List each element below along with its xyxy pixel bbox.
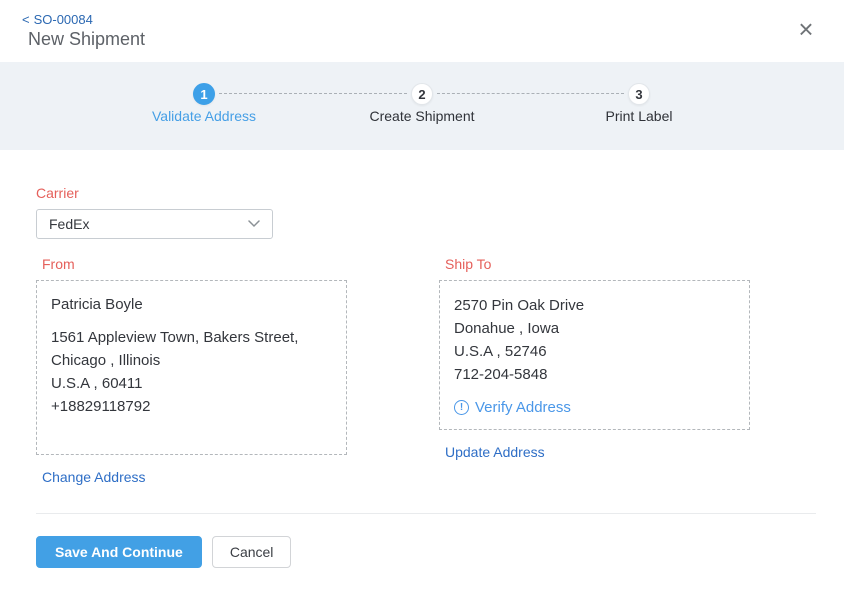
- verify-address-label: Verify Address: [475, 399, 571, 416]
- from-address-line: Chicago , Illinois: [51, 349, 332, 372]
- step-connector: [437, 93, 624, 94]
- back-link-label: SO-00084: [34, 12, 93, 27]
- shipment-stepper: 1 2 3 Validate Address Create Shipment P…: [0, 62, 844, 150]
- address-columns: From Patricia Boyle 1561 Appleview Town,…: [36, 256, 816, 487]
- ship-to-address-line: Donahue , Iowa: [454, 317, 735, 340]
- ship-to-section: Ship To 2570 Pin Oak Drive Donahue , Iow…: [439, 256, 750, 487]
- from-name: Patricia Boyle: [51, 294, 332, 316]
- step-2-circle: 2: [411, 83, 433, 105]
- back-link-so-00084[interactable]: < SO-00084: [22, 12, 93, 27]
- from-address-box: Patricia Boyle 1561 Appleview Town, Bake…: [36, 280, 347, 455]
- verify-address-link[interactable]: ! Verify Address: [454, 399, 571, 416]
- page-title: New Shipment: [28, 29, 145, 50]
- from-address-line: 1561 Appleview Town, Bakers Street,: [51, 326, 332, 349]
- step-2-label-create-shipment: Create Shipment: [342, 108, 502, 124]
- close-icon[interactable]: ×: [792, 16, 820, 44]
- step-3-label-print-label: Print Label: [559, 108, 719, 124]
- from-section: From Patricia Boyle 1561 Appleview Town,…: [36, 256, 347, 487]
- ship-to-address-line: U.S.A , 52746: [454, 340, 735, 363]
- step-connector: [219, 93, 407, 94]
- ship-to-label: Ship To: [439, 256, 750, 272]
- dialog-body: Carrier FedEx From Patricia Boyle 1561 A…: [0, 185, 844, 514]
- change-address-link[interactable]: Change Address: [36, 469, 146, 485]
- carrier-select[interactable]: FedEx: [36, 209, 273, 239]
- from-label: From: [36, 256, 347, 272]
- ship-to-address-box: 2570 Pin Oak Drive Donahue , Iowa U.S.A …: [439, 280, 750, 430]
- carrier-label: Carrier: [36, 185, 816, 201]
- step-1-circle: 1: [193, 83, 215, 105]
- cancel-button[interactable]: Cancel: [212, 536, 292, 568]
- update-address-link[interactable]: Update Address: [439, 444, 545, 460]
- step-1-label-validate-address: Validate Address: [124, 108, 284, 124]
- ship-to-address-line: 2570 Pin Oak Drive: [454, 294, 735, 317]
- dialog-footer: Save And Continue Cancel: [0, 514, 844, 568]
- carrier-selected-value: FedEx: [49, 216, 89, 232]
- chevron-down-icon: [248, 220, 260, 228]
- dialog-header: < SO-00084 New Shipment ×: [0, 0, 844, 62]
- back-chevron-icon: <: [22, 12, 30, 27]
- step-3-circle: 3: [628, 83, 650, 105]
- ship-to-phone: 712-204-5848: [454, 363, 735, 386]
- save-and-continue-button[interactable]: Save And Continue: [36, 536, 202, 568]
- from-phone: +18829118792: [51, 395, 332, 418]
- alert-circle-icon: !: [454, 400, 469, 415]
- from-address-line: U.S.A , 60411: [51, 372, 332, 395]
